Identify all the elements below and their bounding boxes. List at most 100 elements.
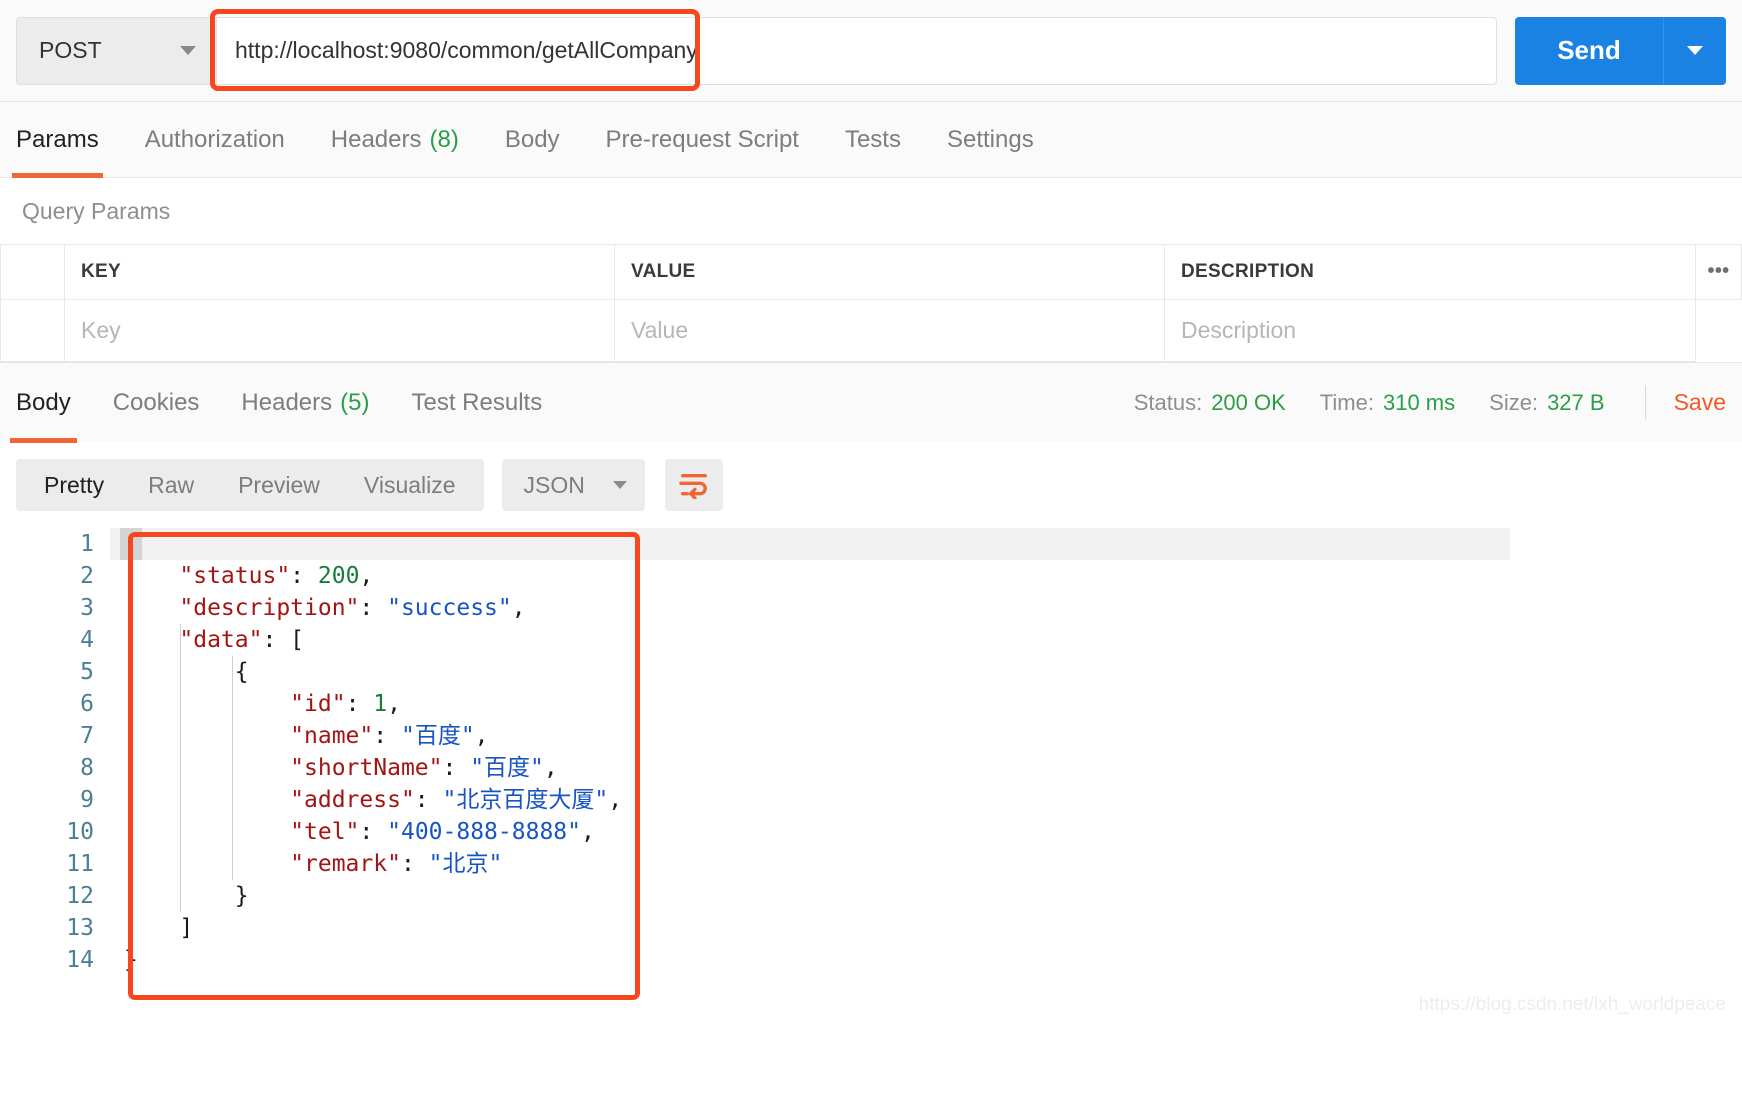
format-preview[interactable]: Preview [216, 459, 342, 511]
time-value: 310 ms [1382, 389, 1456, 415]
response-bar: Body Cookies Headers (5) Test Results St… [0, 362, 1742, 443]
code-token: "北京" [428, 851, 503, 877]
tab-body[interactable]: Body [505, 102, 560, 178]
header-description: DESCRIPTION [1164, 244, 1696, 300]
format-pretty[interactable]: Pretty [22, 459, 126, 511]
line-number: 12 [66, 883, 94, 909]
code-token: , [474, 723, 489, 749]
size-label: Size: [1489, 389, 1539, 415]
code-token: : [345, 691, 374, 717]
tab-label: Cookies [112, 388, 200, 416]
language-label: JSON [523, 471, 585, 498]
response-meta: Status: 200 OK Time: 310 ms Size: 327 B … [1100, 385, 1726, 420]
indent-guide [180, 624, 181, 912]
code-line: "description": "success", [124, 592, 622, 624]
code-token: : [442, 755, 471, 781]
line-number: 13 [66, 915, 94, 941]
header-key: KEY [64, 244, 615, 300]
tab-label: Headers [330, 125, 422, 153]
response-body-viewer[interactable]: 1234567891011121314 { "status": 200, "de… [0, 528, 1742, 1028]
code-token: : [359, 595, 388, 621]
chevron-down-icon [180, 46, 196, 55]
response-tab-test-results[interactable]: Test Results [411, 363, 542, 443]
code-token: : [400, 851, 429, 877]
request-url-bar: POST Send [0, 0, 1742, 102]
param-description-input[interactable]: Description [1164, 299, 1696, 362]
code-token: { [124, 659, 249, 685]
format-segmented-control: Pretty Raw Preview Visualize [16, 459, 484, 511]
chevron-down-icon [1687, 46, 1703, 55]
size-value: 327 B [1547, 389, 1605, 415]
response-tab-cookies[interactable]: Cookies [113, 363, 200, 443]
format-raw[interactable]: Raw [126, 459, 216, 511]
tab-label: Headers [241, 388, 333, 416]
line-number-gutter: 1 2 3 4 5 6 7 8 9 10 11 12 13 14 [0, 528, 110, 976]
line-number: 2 [80, 563, 94, 589]
send-options-button[interactable] [1663, 16, 1726, 85]
status-badge[interactable]: Status: 200 OK [1134, 390, 1286, 416]
code-token: "data" [179, 627, 263, 653]
code-line: "name": "百度", [124, 720, 622, 752]
response-format-toolbar: Pretty Raw Preview Visualize JSON [0, 442, 1742, 528]
tab-label: Test Results [411, 388, 543, 416]
bracket-match-highlight [120, 528, 142, 560]
code-token: , [543, 755, 558, 781]
code-token: "北京百度大厦" [442, 787, 609, 813]
code-token: "remark" [290, 851, 401, 877]
code-token: : [414, 787, 443, 813]
code-token: 200 [317, 563, 360, 589]
tab-label: Authorization [144, 125, 285, 153]
response-headers-count: (5) [340, 388, 370, 416]
tab-label: Tests [844, 125, 901, 153]
tab-params[interactable]: Params [12, 102, 103, 178]
url-input[interactable] [216, 16, 1497, 85]
send-button-group: Send [1515, 16, 1726, 85]
bulk-edit-button[interactable]: ••• [1695, 244, 1742, 300]
tab-pre-request-script[interactable]: Pre-request Script [606, 102, 799, 178]
tab-tests[interactable]: Tests [845, 102, 901, 178]
request-tabs: Params Authorization Headers (8) Body Pr… [0, 102, 1742, 178]
param-key-input[interactable]: Key [64, 299, 615, 362]
code-token: "name" [290, 723, 374, 749]
code-content: { "status": 200, "description": "success… [110, 528, 1510, 976]
query-params-table: KEY VALUE DESCRIPTION ••• Key Value Desc… [0, 244, 1742, 362]
tab-settings[interactable]: Settings [947, 102, 1034, 178]
http-method-select[interactable]: POST [16, 16, 216, 85]
code-token: "百度" [470, 755, 544, 781]
code-line: ] [124, 912, 622, 944]
status-label: Status: [1133, 389, 1203, 415]
code-token: , [581, 819, 595, 845]
line-number: 5 [80, 659, 94, 685]
line-number: 4 [80, 627, 94, 653]
tab-authorization[interactable]: Authorization [145, 102, 285, 178]
language-select[interactable]: JSON [501, 459, 645, 511]
save-response-link[interactable]: Save [1674, 389, 1726, 416]
format-visualize[interactable]: Visualize [342, 459, 478, 511]
code-token: : [359, 819, 388, 845]
tab-label: Body [504, 125, 560, 153]
code-token: , [359, 563, 374, 589]
response-tab-body[interactable]: Body [10, 363, 77, 443]
time-label: Time: [1319, 389, 1374, 415]
size-badge[interactable]: Size: 327 B [1489, 390, 1604, 416]
time-badge[interactable]: Time: 310 ms [1320, 390, 1455, 416]
line-number: 11 [66, 851, 94, 877]
more-options-icon: ••• [1707, 260, 1730, 282]
tab-label: Settings [946, 125, 1034, 153]
tab-headers[interactable]: Headers (8) [331, 102, 459, 178]
row-checkbox[interactable] [0, 299, 65, 362]
param-value-input[interactable]: Value [614, 299, 1165, 362]
response-tab-headers[interactable]: Headers (5) [241, 363, 369, 443]
send-button[interactable]: Send [1515, 16, 1663, 85]
code-token: 1 [373, 691, 388, 717]
row-actions [1696, 300, 1742, 362]
tab-label: Body [16, 388, 71, 416]
wrap-lines-button[interactable] [664, 459, 723, 511]
chevron-down-icon [612, 481, 627, 489]
